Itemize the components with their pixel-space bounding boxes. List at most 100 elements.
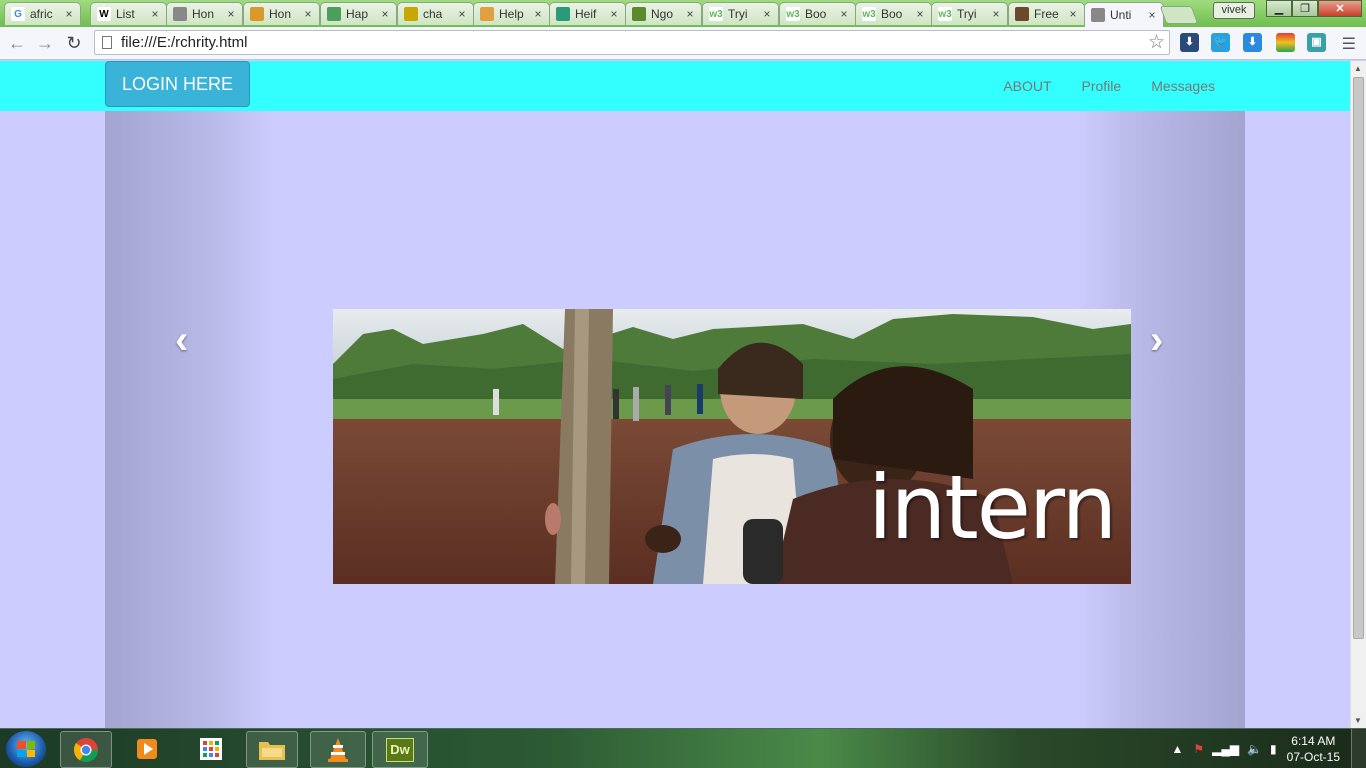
back-button[interactable]: ← [5, 32, 29, 54]
bookmark-star-icon[interactable]: ☆ [1148, 31, 1165, 54]
browser-toolbar: ← → ↻ file:///E:/rchrity.html ☆ ⬇ 🐦 ⬇ ▣ … [0, 27, 1366, 60]
browser-tab[interactable]: w3 Boo × [779, 2, 856, 25]
browser-tab[interactable]: Ngo × [625, 2, 702, 25]
taskbar-chrome[interactable] [60, 731, 112, 768]
heifer-icon [556, 7, 570, 21]
address-bar[interactable]: file:///E:/rchrity.html ☆ [94, 30, 1170, 55]
browser-tab[interactable]: w3 Tryi × [931, 2, 1008, 25]
browser-tab[interactable]: Gafric × [4, 2, 81, 25]
close-tab-icon[interactable]: × [683, 7, 697, 21]
nav-link-about[interactable]: ABOUT [988, 61, 1066, 111]
chrome-extension-icon[interactable] [1276, 33, 1295, 52]
carousel-prev-icon[interactable]: ‹ [175, 318, 188, 363]
forward-button[interactable]: → [33, 32, 57, 54]
close-tab-icon[interactable]: × [837, 7, 851, 21]
close-tab-icon[interactable]: × [455, 7, 469, 21]
browser-tab[interactable]: Free × [1008, 2, 1085, 25]
taskbar-vlc[interactable] [310, 731, 366, 768]
vlc-cone-icon [328, 737, 348, 762]
close-window-button[interactable]: ✕ [1318, 0, 1362, 17]
close-tab-icon[interactable]: × [301, 7, 315, 21]
media-player-icon [137, 738, 157, 759]
wikipedia-icon: W [97, 7, 111, 21]
template-icon [1015, 7, 1029, 21]
browser-tab[interactable]: w3 Tryi × [702, 2, 779, 25]
charity-icon [404, 7, 418, 21]
africa-icon [250, 7, 264, 21]
downloader-extension-icon[interactable]: ⬇ [1243, 33, 1262, 52]
twitter-extension-icon[interactable]: 🐦 [1211, 33, 1230, 52]
nav-link-profile[interactable]: Profile [1067, 61, 1137, 111]
close-tab-icon[interactable]: × [1066, 7, 1080, 21]
nav-link-messages[interactable]: Messages [1136, 61, 1230, 111]
site-navbar: LOGIN HERE ABOUT Profile Messages [0, 61, 1350, 111]
volume-icon[interactable]: 🔈 [1247, 742, 1262, 756]
minimize-button[interactable]: ▁ [1266, 0, 1292, 17]
download-extension-icon[interactable]: ⬇ [1180, 33, 1199, 52]
tab-title: List [116, 7, 135, 21]
scrollbar-thumb[interactable] [1353, 77, 1364, 639]
tray-expand-icon[interactable]: ▲ [1171, 742, 1183, 756]
close-tab-icon[interactable]: × [224, 7, 238, 21]
tab-title: Unti [1110, 8, 1132, 22]
browser-tab[interactable]: Unti × [1084, 2, 1164, 27]
tab-title: Hap [346, 7, 369, 21]
w3schools-icon: w3 [862, 7, 876, 21]
clock[interactable]: 6:14 AM 07-Oct-15 [1287, 733, 1340, 765]
tab-title: Tryi [957, 7, 977, 21]
browser-tab[interactable]: Hap × [320, 2, 397, 25]
profile-button[interactable]: vivek [1213, 2, 1255, 19]
browser-tab[interactable]: Help × [473, 2, 550, 25]
forward-arrow-icon: → [36, 33, 54, 53]
carousel-next-icon[interactable]: › [1150, 318, 1163, 363]
menu-icon[interactable]: ☰ [1342, 34, 1356, 54]
tab-title: Help [499, 7, 524, 21]
tab-title: Boo [881, 7, 903, 21]
taskbar-explorer[interactable] [246, 731, 298, 768]
close-tab-icon[interactable]: × [62, 7, 76, 21]
close-tab-icon[interactable]: × [378, 7, 392, 21]
browser-tab[interactable]: Hon × [243, 2, 320, 25]
reload-button[interactable]: ↻ [62, 32, 86, 54]
window-controls: ▁ ❐ ✕ [1266, 0, 1362, 17]
close-tab-icon[interactable]: × [913, 7, 927, 21]
close-tab-icon[interactable]: × [1145, 8, 1159, 22]
leaf-icon [480, 7, 494, 21]
carousel-caption: intern [868, 456, 1117, 559]
tab-title: Ngo [651, 7, 674, 21]
browser-tab[interactable]: W List × [90, 2, 167, 25]
scroll-down-arrow-icon[interactable]: ▼ [1354, 716, 1362, 725]
restore-button[interactable]: ❐ [1292, 0, 1318, 17]
w3schools-icon: w3 [786, 7, 800, 21]
start-button[interactable] [6, 731, 46, 767]
new-tab-button[interactable] [1159, 6, 1199, 24]
show-desktop-button[interactable] [1351, 729, 1366, 768]
vertical-scrollbar[interactable]: ▲ ▼ [1350, 61, 1366, 728]
clock-time: 6:14 AM [1291, 734, 1336, 748]
windows-logo-icon [17, 741, 35, 757]
tab-title: Hon [269, 7, 292, 21]
flag-notification-icon[interactable]: ⚑ [1193, 742, 1204, 756]
taskbar-apps-grid[interactable] [186, 731, 236, 766]
close-tab-icon[interactable]: × [607, 7, 621, 21]
tab-title: cha [423, 7, 443, 21]
browser-tab[interactable]: Hon × [166, 2, 243, 25]
close-tab-icon[interactable]: × [760, 7, 774, 21]
taskbar-media-player[interactable] [122, 731, 172, 766]
ngo-icon [632, 7, 646, 21]
taskbar-dreamweaver[interactable]: Dw [372, 731, 428, 768]
url-text: file:///E:/rchrity.html [121, 34, 248, 51]
screenshot-extension-icon[interactable]: ▣ [1307, 33, 1326, 52]
browser-tab[interactable]: w3 Boo × [855, 2, 932, 25]
scroll-up-arrow-icon[interactable]: ▲ [1354, 64, 1362, 73]
battery-icon[interactable]: ▮ [1270, 742, 1277, 756]
tab-title: Free [1034, 7, 1059, 21]
network-signal-icon[interactable]: ▂▄▆ [1212, 742, 1239, 756]
browser-tab[interactable]: Heif × [549, 2, 626, 25]
login-button[interactable]: LOGIN HERE [105, 61, 250, 107]
close-tab-icon[interactable]: × [989, 7, 1003, 21]
hand-icon [327, 7, 341, 21]
close-tab-icon[interactable]: × [148, 7, 162, 21]
close-tab-icon[interactable]: × [531, 7, 545, 21]
browser-tab[interactable]: cha × [397, 2, 474, 25]
